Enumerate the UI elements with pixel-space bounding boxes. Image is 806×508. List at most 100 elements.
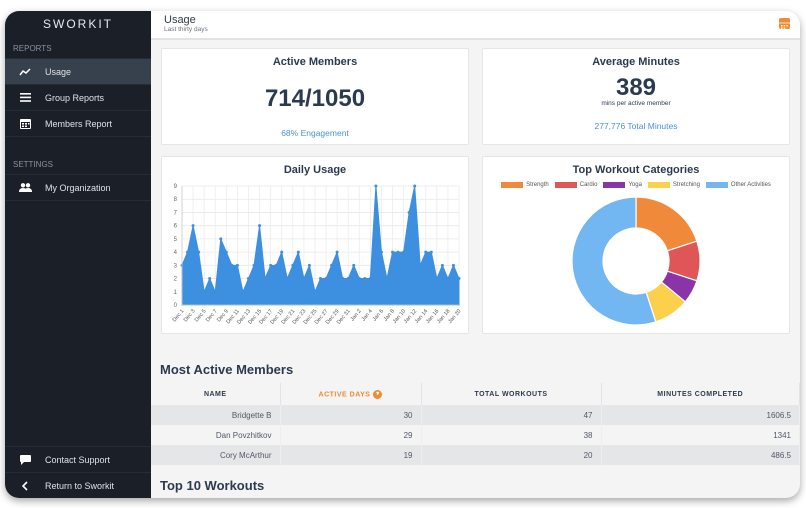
data-point xyxy=(274,263,278,267)
users-icon xyxy=(5,183,45,192)
legend-item[interactable]: Stretching xyxy=(647,182,700,188)
cell-name: Dan Povzhitkov xyxy=(151,425,281,445)
data-point xyxy=(402,250,406,254)
data-point xyxy=(385,277,389,281)
column-header-total-workouts[interactable]: TOTAL WORKOUTS xyxy=(421,383,602,405)
table-row[interactable]: Cory McArthur 19 20 486.5 xyxy=(151,445,800,465)
legend-swatch xyxy=(603,182,626,188)
sidebar-item-contact-support[interactable]: Contact Support xyxy=(5,446,151,472)
legend-label: Yoga xyxy=(628,182,642,188)
chevron-left-icon xyxy=(5,480,45,491)
data-point xyxy=(424,250,428,254)
pie-legend: Strength Cardio Yoga Stretching Other Activi… xyxy=(483,182,789,188)
average-minutes-value: 389 xyxy=(615,74,657,101)
sidebar-item-usage[interactable]: Usage xyxy=(5,59,151,85)
table-row[interactable]: Dan Povzhitkov 29 38 1341 xyxy=(151,425,800,445)
cell-active-days: 29 xyxy=(280,425,422,445)
x-tick-label: Jan 6 xyxy=(372,308,385,322)
data-point xyxy=(313,290,317,294)
data-point xyxy=(319,277,322,281)
trend-line-icon xyxy=(5,67,45,76)
legend-label: Cardio xyxy=(579,182,598,188)
data-point xyxy=(219,237,223,241)
y-tick-label: 3 xyxy=(174,263,178,269)
data-point xyxy=(446,277,450,281)
data-point xyxy=(280,250,284,254)
data-point xyxy=(435,277,439,281)
data-point xyxy=(291,263,295,267)
column-header-name[interactable]: NAME xyxy=(151,383,281,405)
data-point xyxy=(352,263,356,267)
active-members-card: Active Members 714/1050 68% Engagement xyxy=(161,48,469,145)
workout-categories-card: Top Workout Categories Strength Cardio Yog… xyxy=(482,156,790,334)
legend-swatch xyxy=(554,182,577,188)
engagement-link[interactable]: 68% Engagement xyxy=(162,128,468,138)
cell-minutes-completed: 486.5 xyxy=(601,445,800,465)
data-point xyxy=(252,263,256,267)
sidebar: SWORKIT REPORTS Usage Group Reports Memb… xyxy=(5,11,151,498)
app-window: SWORKIT REPORTS Usage Group Reports Memb… xyxy=(5,11,800,498)
table-row[interactable]: Bridgette B 30 47 1606.5 xyxy=(151,405,800,425)
legend-item[interactable]: Strength xyxy=(501,182,549,188)
daily-usage-card: Daily Usage 0 1 2 3 4 5 6 7 8 9 Dec 1 Dec 3 Dec 5 Dec… xyxy=(161,156,469,334)
y-tick-label: 9 xyxy=(174,184,178,190)
logo[interactable]: SWORKIT xyxy=(5,11,151,37)
sidebar-item-label: Group Reports xyxy=(45,92,105,103)
column-header-minutes-completed[interactable]: MINUTES COMPLETED xyxy=(601,383,800,405)
cell-active-days: 30 xyxy=(280,405,422,425)
legend-item[interactable]: Cardio xyxy=(554,182,598,188)
sidebar-item-label: My Organization xyxy=(45,182,111,193)
legend-item[interactable]: Yoga xyxy=(603,182,642,188)
legend-swatch xyxy=(705,182,728,188)
most-active-heading: Most Active Members xyxy=(160,362,294,377)
data-point xyxy=(296,250,300,254)
data-point xyxy=(379,250,383,254)
data-point xyxy=(186,250,190,254)
sidebar-item-label: Members Report xyxy=(45,118,113,129)
sidebar-item-members-report[interactable]: Members Report xyxy=(5,111,151,137)
data-point xyxy=(307,263,311,267)
average-minutes-unit: mins per active member xyxy=(601,100,671,107)
table-header-row: NAME ACTIVE DAYS ▾ TOTAL WORKOUTS MINUTES… xyxy=(151,383,800,405)
calendar-icon xyxy=(5,118,45,129)
date-range-button[interactable] xyxy=(779,18,790,29)
list-icon xyxy=(5,93,45,102)
data-point xyxy=(451,263,455,267)
settings-section-label: SETTINGS xyxy=(5,153,151,175)
usage-area xyxy=(181,185,460,306)
y-tick-label: 0 xyxy=(174,303,178,309)
data-point xyxy=(202,290,206,294)
legend-label: Other Activities xyxy=(730,182,771,188)
average-minutes-title: Average Minutes xyxy=(592,56,680,68)
legend-item[interactable]: Other Activities xyxy=(705,182,771,188)
active-members-value: 714/1050 xyxy=(264,85,366,112)
data-point xyxy=(335,250,339,254)
y-tick-label: 6 xyxy=(174,224,178,230)
y-tick-label: 1 xyxy=(174,290,178,296)
y-tick-label: 8 xyxy=(174,197,178,203)
data-point xyxy=(363,277,367,281)
sidebar-item-group-reports[interactable]: Group Reports xyxy=(5,85,151,111)
sidebar-item-label: Return to Sworkit xyxy=(45,480,115,491)
cell-total-workouts: 38 xyxy=(421,425,602,445)
sidebar-item-label: Contact Support xyxy=(45,454,111,465)
total-minutes-link[interactable]: 277,776 Total Minutes xyxy=(483,121,789,131)
workout-categories-title: Top Workout Categories xyxy=(572,164,700,176)
workout-categories-chart xyxy=(571,196,701,326)
pie-slice-strength[interactable] xyxy=(635,196,698,252)
cell-name: Cory McArthur xyxy=(151,445,281,465)
reports-section-label: REPORTS xyxy=(5,37,151,59)
active-members-title: Active Members xyxy=(272,56,358,68)
sidebar-item-my-organization[interactable]: My Organization xyxy=(5,175,151,201)
cell-total-workouts: 20 xyxy=(421,445,602,465)
cell-name: Bridgette B xyxy=(151,405,281,425)
column-header-active-days[interactable]: ACTIVE DAYS ▾ xyxy=(280,383,422,405)
calendar-icon xyxy=(779,22,790,29)
data-point xyxy=(407,210,411,214)
data-point xyxy=(241,290,245,294)
data-point xyxy=(213,290,217,294)
sidebar-item-label: Usage xyxy=(45,66,72,77)
sidebar-item-return-to-sworkit[interactable]: Return to Sworkit xyxy=(5,472,151,498)
data-point xyxy=(258,224,262,228)
cell-minutes-completed: 1341 xyxy=(601,425,800,445)
